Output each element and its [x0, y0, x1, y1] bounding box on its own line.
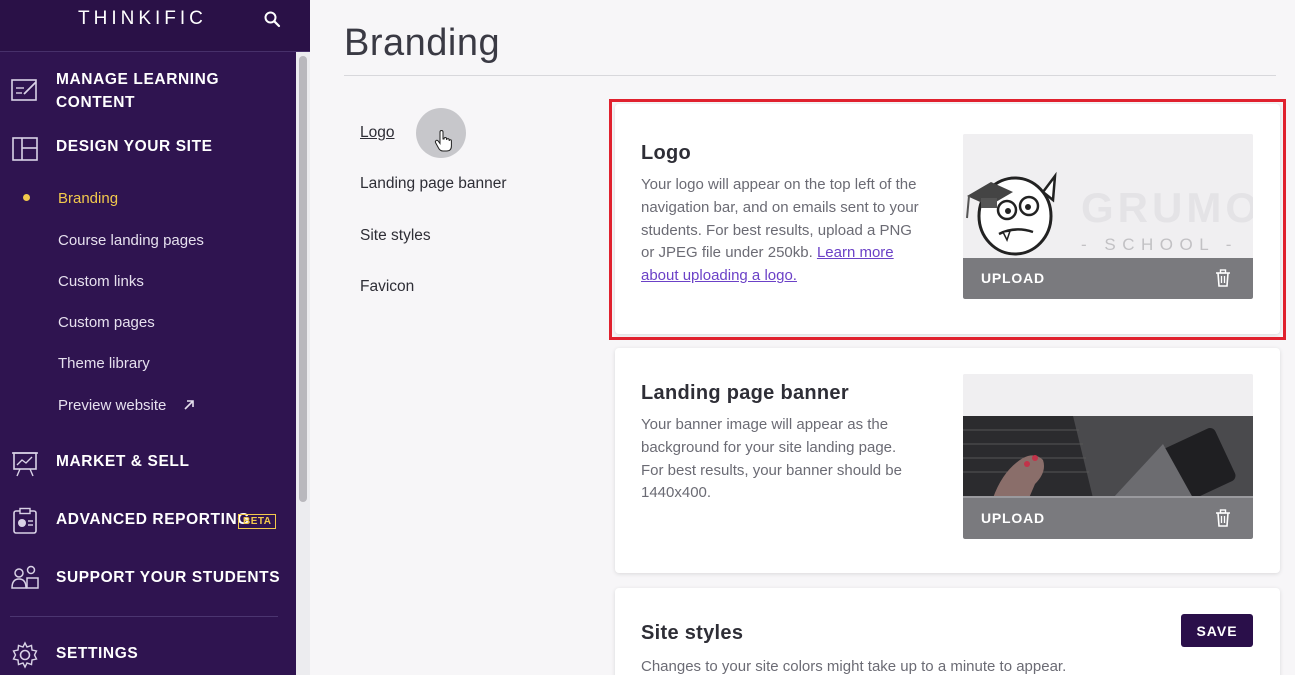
logo-card-title: Logo: [641, 142, 692, 164]
subnav-favicon[interactable]: Favicon: [360, 278, 414, 296]
svg-text:- SCHOOL -: - SCHOOL -: [1081, 235, 1238, 254]
sidebar-item-course-landing-pages[interactable]: Course landing pages: [58, 232, 204, 249]
logo-upload-bar[interactable]: UPLOAD: [963, 258, 1253, 299]
gear-icon: [12, 641, 38, 669]
sidebar-item-theme-library[interactable]: Theme library: [58, 355, 150, 372]
layout-icon: [12, 137, 38, 161]
banner-upload-bar[interactable]: UPLOAD: [963, 498, 1253, 539]
nav-label-reporting: ADVANCED REPORTING: [56, 511, 250, 528]
banner-card-title: Landing page banner: [641, 382, 849, 404]
trash-icon[interactable]: [1215, 509, 1231, 527]
logo-upload-panel[interactable]: GRUMO - SCHOOL - UPLOAD: [963, 134, 1253, 299]
nav-label-manage: MANAGE LEARNING CONTENT: [56, 71, 220, 111]
page-title: Branding: [344, 22, 501, 64]
styles-card-description: Changes to your site colors might take u…: [641, 658, 1067, 675]
external-arrow-icon: [183, 400, 194, 410]
logo-card-description: Your logo will appear on the top left of…: [641, 176, 919, 285]
sidebar-item-preview-website[interactable]: Preview website: [58, 397, 195, 414]
edit-board-icon: [11, 79, 37, 101]
nav-label-market: MARKET & SELL: [56, 453, 190, 470]
sidebar-item-custom-pages[interactable]: Custom pages: [58, 314, 155, 331]
nav-label-settings: SETTINGS: [56, 645, 139, 662]
presentation-chart-icon: [12, 452, 38, 477]
logo-preview-image: GRUMO - SCHOOL -: [963, 134, 1253, 258]
title-divider: [344, 75, 1276, 76]
landing-banner-card: Landing page banner Your banner image wi…: [615, 348, 1280, 573]
logo-upload-button[interactable]: UPLOAD: [981, 270, 1045, 286]
preview-website-label: Preview website: [58, 397, 167, 414]
sidebar-item-branding[interactable]: Branding: [58, 190, 118, 207]
sidebar: THINKIFIC MANAGE LEARNING CONTENT DESIGN…: [0, 0, 310, 675]
search-icon[interactable]: [263, 10, 281, 28]
subnav-site-styles[interactable]: Site styles: [360, 227, 431, 245]
hand-cursor-icon: [434, 130, 452, 152]
banner-upload-button[interactable]: UPLOAD: [981, 510, 1045, 526]
active-indicator: [23, 194, 30, 201]
sidebar-item-custom-links[interactable]: Custom links: [58, 273, 144, 290]
save-button[interactable]: SAVE: [1181, 614, 1253, 647]
subnav-landing-page-banner[interactable]: Landing page banner: [360, 175, 507, 193]
trash-icon[interactable]: [1215, 269, 1231, 287]
subnav-logo[interactable]: Logo: [360, 124, 394, 142]
nav-label-design: DESIGN YOUR SITE: [56, 138, 213, 155]
banner-upload-panel[interactable]: UPLOAD: [963, 374, 1253, 539]
banner-card-description: Your banner image will appear as the bac…: [641, 416, 902, 502]
sidebar-divider: [10, 616, 278, 617]
banner-preview-image: [963, 374, 1253, 498]
styles-card-title: Site styles: [641, 622, 744, 644]
learn-more-link-cont[interactable]: about uploading a logo.: [641, 267, 797, 284]
beta-badge: BETA: [238, 514, 277, 529]
sidebar-header: THINKIFIC: [0, 0, 310, 52]
svg-text:GRUMO: GRUMO: [1081, 184, 1253, 231]
nav-label-support: SUPPORT YOUR STUDENTS: [56, 569, 281, 586]
report-clipboard-icon: [13, 507, 37, 534]
people-icon: [11, 565, 39, 589]
brand-logo[interactable]: THINKIFIC: [78, 8, 207, 30]
learn-more-link[interactable]: Learn more: [817, 244, 894, 261]
logo-card: Logo Your logo will appear on the top le…: [615, 104, 1280, 334]
sidebar-scrollbar-thumb[interactable]: [299, 56, 307, 502]
